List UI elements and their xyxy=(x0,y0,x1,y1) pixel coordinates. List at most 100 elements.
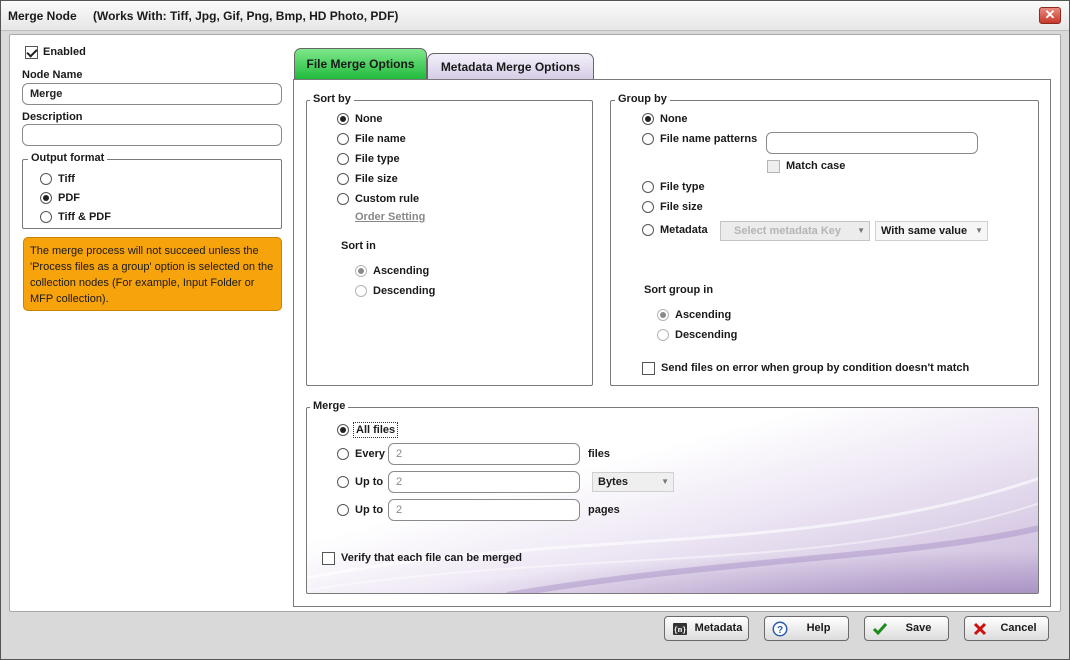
save-button[interactable]: Save xyxy=(864,616,949,641)
title-bar: Merge Node (Works With: Tiff, Jpg, Gif, … xyxy=(1,1,1069,31)
sort-custom-rule-radio[interactable] xyxy=(337,193,349,205)
enabled-label: Enabled xyxy=(43,46,86,58)
sort-custom-rule-label: Custom rule xyxy=(355,193,420,205)
output-format-legend: Output format xyxy=(28,152,108,164)
window-title: Merge Node xyxy=(8,9,77,23)
merge-upto-pages-label: Up to xyxy=(355,504,384,516)
help-button[interactable]: ? Help xyxy=(764,616,849,641)
order-setting-link[interactable]: Order Setting xyxy=(355,211,425,223)
node-name-input[interactable] xyxy=(22,83,282,105)
merge-all-files-radio[interactable] xyxy=(337,424,349,436)
upto-pages-input[interactable] xyxy=(388,499,580,521)
group-none-label: None xyxy=(660,113,688,125)
tab-metadata-merge-options-label: Metadata Merge Options xyxy=(440,60,581,74)
match-case-label: Match case xyxy=(786,160,846,172)
enabled-checkbox[interactable] xyxy=(25,46,38,59)
svg-text:{m}: {m} xyxy=(674,627,687,635)
svg-text:?: ? xyxy=(777,625,783,636)
pages-unit-label: pages xyxy=(588,504,620,516)
sort-ascending-radio[interactable] xyxy=(355,265,367,277)
send-on-error-checkbox[interactable] xyxy=(642,362,655,375)
output-tiff-pdf-label: Tiff & PDF xyxy=(58,211,111,223)
group-file-name-patterns-radio[interactable] xyxy=(642,133,654,145)
close-button[interactable]: ✕ xyxy=(1039,7,1061,24)
save-button-label: Save xyxy=(905,622,932,634)
sort-descending-label: Descending xyxy=(373,285,436,297)
sort-file-type-label: File type xyxy=(355,153,400,165)
file-name-pattern-input[interactable] xyxy=(766,132,978,154)
sort-ascending-label: Ascending xyxy=(373,265,430,277)
merge-upto-size-label: Up to xyxy=(355,476,384,488)
output-tiff-pdf-radio[interactable] xyxy=(40,211,52,223)
merge-every-radio[interactable] xyxy=(337,448,349,460)
group-file-type-radio[interactable] xyxy=(642,181,654,193)
merge-all-files-label: All files xyxy=(353,422,399,438)
metadata-button-label: Metadata xyxy=(694,622,743,634)
sort-file-size-label: File size xyxy=(355,173,398,185)
cancel-button[interactable]: Cancel xyxy=(964,616,1049,641)
size-unit-value: Bytes xyxy=(598,476,628,488)
group-file-type-label: File type xyxy=(660,181,705,193)
sort-in-label: Sort in xyxy=(341,240,376,252)
tab-file-merge-options[interactable]: File Merge Options xyxy=(294,48,427,80)
content-area: Enabled Node Name Description Output for… xyxy=(9,34,1061,612)
chevron-down-icon: ▼ xyxy=(661,477,669,486)
help-icon: ? xyxy=(772,621,788,637)
group-none-radio[interactable] xyxy=(642,113,654,125)
output-tiff-label: Tiff xyxy=(58,173,75,185)
every-files-input[interactable] xyxy=(388,443,580,465)
output-tiff-radio[interactable] xyxy=(40,173,52,185)
verify-merge-checkbox[interactable] xyxy=(322,552,335,565)
merge-legend: Merge xyxy=(310,400,349,412)
sort-descending-radio[interactable] xyxy=(355,285,367,297)
description-label: Description xyxy=(22,111,83,123)
match-case-checkbox[interactable] xyxy=(767,160,780,173)
sort-group-in-label: Sort group in xyxy=(644,284,714,296)
verify-merge-label: Verify that each file can be merged xyxy=(341,552,522,564)
chevron-down-icon: ▼ xyxy=(857,226,865,235)
sort-group-ascending-label: Ascending xyxy=(675,309,732,321)
metadata-button[interactable]: {m} Metadata xyxy=(664,616,749,641)
sort-none-radio[interactable] xyxy=(337,113,349,125)
merge-node-window: Merge Node (Works With: Tiff, Jpg, Gif, … xyxy=(0,0,1070,660)
output-pdf-label: PDF xyxy=(58,192,80,204)
sort-file-name-radio[interactable] xyxy=(337,133,349,145)
checkmark-icon xyxy=(872,621,888,637)
tab-metadata-merge-options[interactable]: Metadata Merge Options xyxy=(427,53,594,79)
group-by-legend: Group by xyxy=(615,93,670,105)
file-merge-panel: Sort by None File name File type File si… xyxy=(293,79,1051,607)
group-metadata-label: Metadata xyxy=(660,224,708,236)
tab-file-merge-options-label: File Merge Options xyxy=(306,57,415,71)
sort-file-size-radio[interactable] xyxy=(337,173,349,185)
sort-by-legend: Sort by xyxy=(310,93,354,105)
merge-upto-size-radio[interactable] xyxy=(337,476,349,488)
group-file-size-radio[interactable] xyxy=(642,201,654,213)
metadata-condition-select[interactable]: With same value ▼ xyxy=(875,221,988,241)
metadata-condition-value: With same value xyxy=(881,225,968,237)
merge-upto-pages-radio[interactable] xyxy=(337,504,349,516)
sort-group-ascending-radio[interactable] xyxy=(657,309,669,321)
description-input[interactable] xyxy=(22,124,282,146)
metadata-icon: {m} xyxy=(672,621,688,637)
metadata-key-value: Select metadata Key xyxy=(734,225,841,237)
chevron-down-icon: ▼ xyxy=(975,226,983,235)
sort-file-name-label: File name xyxy=(355,133,406,145)
cancel-x-icon xyxy=(972,621,988,637)
close-icon: ✕ xyxy=(1044,7,1056,22)
sort-group-descending-label: Descending xyxy=(675,329,738,341)
cancel-button-label: Cancel xyxy=(1000,622,1037,634)
size-unit-select[interactable]: Bytes ▼ xyxy=(592,472,674,492)
help-button-label: Help xyxy=(806,622,831,634)
sort-group-descending-radio[interactable] xyxy=(657,329,669,341)
send-on-error-label: Send files on error when group by condit… xyxy=(661,362,970,374)
warning-note: The merge process will not succeed unles… xyxy=(23,237,282,311)
sort-file-type-radio[interactable] xyxy=(337,153,349,165)
node-name-label: Node Name xyxy=(22,69,83,81)
upto-size-input[interactable] xyxy=(388,471,580,493)
group-file-size-label: File size xyxy=(660,201,703,213)
output-pdf-radio[interactable] xyxy=(40,192,52,204)
merge-every-label: Every xyxy=(355,448,385,460)
group-metadata-radio[interactable] xyxy=(642,224,654,236)
metadata-key-select[interactable]: Select metadata Key ▼ xyxy=(720,221,870,241)
window-subtitle: (Works With: Tiff, Jpg, Gif, Png, Bmp, H… xyxy=(93,9,399,23)
